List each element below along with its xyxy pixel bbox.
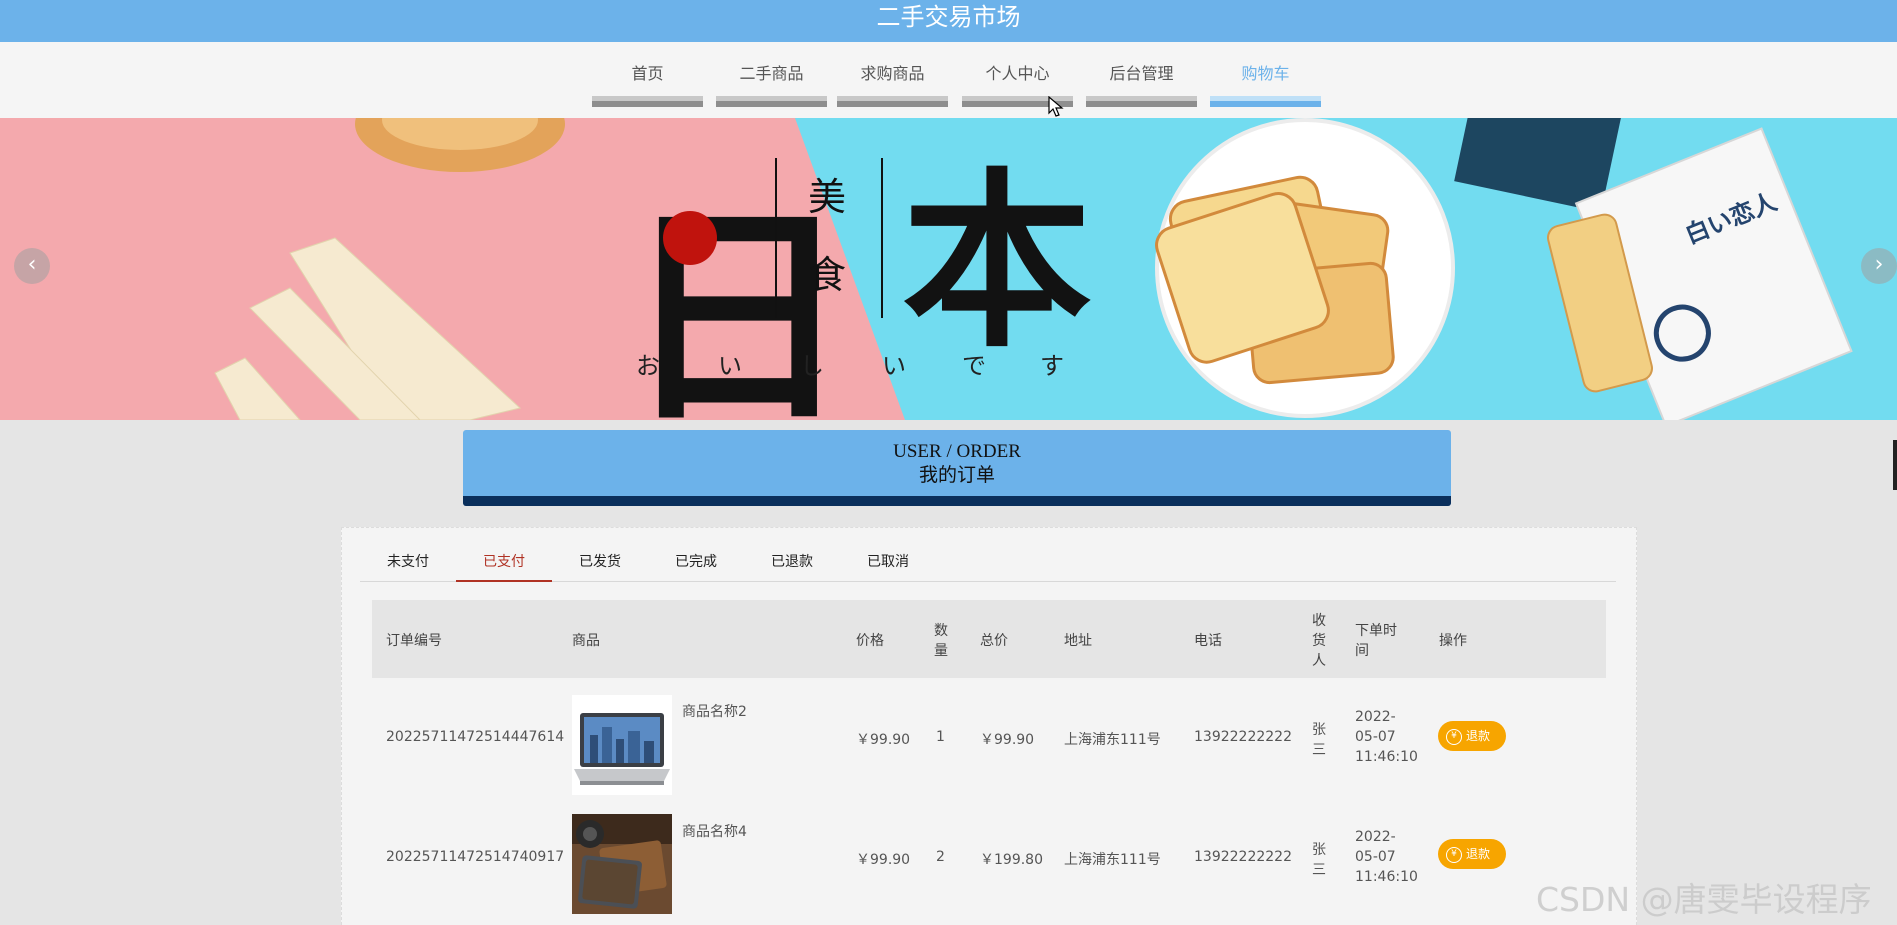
tab-refunded[interactable]: 已退款 (744, 546, 840, 582)
nav-item-bar (1086, 96, 1197, 107)
quantity: 2 (936, 849, 945, 865)
banner-kana: で (962, 352, 986, 380)
mouse-cursor-icon (1048, 96, 1064, 117)
receiver: 三 (1312, 862, 1326, 878)
order-status-tabs: 未支付 已支付 已发货 已完成 已退款 已取消 (360, 546, 1616, 582)
nav-item-bar (837, 96, 948, 107)
nav-item-label: 后台管理 (1109, 64, 1174, 83)
header-total: 总价 (980, 633, 1008, 649)
watermark: CSDN @唐雯毕设程序 (1536, 880, 1872, 919)
nav-item-home[interactable]: 首页 (592, 64, 703, 108)
product-name[interactable]: 商品名称2 (682, 701, 747, 721)
refund-button[interactable]: ¥ 退款 (1438, 839, 1506, 869)
banner-image: 日 美 食 本 お い し い で す 白い恋人 (0, 118, 1897, 420)
banner-char-right: 本 (902, 150, 1092, 373)
chevron-right-icon: › (1874, 252, 1884, 277)
header-product: 商品 (572, 633, 600, 649)
tab-completed[interactable]: 已完成 (648, 546, 744, 582)
banner-small-char: 食 (808, 253, 846, 297)
order-time: 11:46:10 (1355, 869, 1418, 885)
header-receiver: 人 (1312, 653, 1326, 669)
header-phone: 电话 (1194, 633, 1222, 649)
product-image-laptop[interactable] (572, 695, 672, 795)
price: ￥99.90 (856, 732, 911, 748)
order-no: 20225711472514447614 (386, 729, 565, 745)
order-time: 2022- (1355, 829, 1396, 845)
tab-unpaid[interactable]: 未支付 (360, 546, 456, 582)
nav-item-label: 求购商品 (860, 64, 925, 83)
receiver: 三 (1312, 742, 1326, 758)
refund-button[interactable]: ¥ 退款 (1438, 721, 1506, 751)
nav-item-admin[interactable]: 后台管理 (1086, 64, 1197, 108)
banner-small-char: 美 (808, 175, 846, 219)
total-price: ￥199.80 (980, 852, 1043, 868)
header-order-time: 下单时 (1355, 623, 1397, 639)
tab-shipped[interactable]: 已发货 (552, 546, 648, 582)
banner-carousel: 日 美 食 本 お い し い で す 白い恋人 ‹ › (0, 118, 1897, 420)
header-qty: 量 (934, 643, 948, 659)
nav-item-bar (592, 96, 703, 107)
carousel-next-button[interactable]: › (1861, 248, 1897, 284)
nav-item-secondhand[interactable]: 二手商品 (716, 64, 827, 108)
header-receiver: 收 (1312, 613, 1326, 629)
refund-label: 退款 (1466, 847, 1491, 861)
product-name[interactable]: 商品名称4 (682, 821, 747, 841)
phone: 13922222222 (1194, 849, 1292, 865)
header-qty: 数 (934, 623, 948, 639)
receiver: 张 (1312, 842, 1326, 858)
total-price: ￥99.90 (980, 732, 1035, 748)
header-order-time: 间 (1355, 643, 1369, 659)
table-header: 订单编号 商品 价格 数 量 总价 地址 电话 收 货 人 下单时 间 操作 (372, 600, 1606, 678)
nav-item-cart[interactable]: 购物车 (1210, 64, 1321, 108)
nav-item-bar (716, 96, 827, 107)
tab-paid[interactable]: 已支付 (456, 546, 552, 582)
receiver: 张 (1312, 722, 1326, 738)
scrollbar-handle[interactable] (1893, 440, 1897, 490)
table-row: 20225711472514740917 商品名称4 ￥99.90 2 ￥199… (372, 805, 1606, 925)
section-title-underline (463, 496, 1451, 506)
banner-kana: お (636, 352, 660, 380)
tab-cancelled[interactable]: 已取消 (840, 546, 936, 582)
product-image-wallet[interactable] (572, 814, 672, 914)
site-title: 二手交易市场 (876, 3, 1021, 31)
orders-panel: 未支付 已支付 已发货 已完成 已退款 已取消 订单编号 商品 价格 数 量 总… (341, 527, 1637, 925)
nav-item-label: 首页 (631, 64, 664, 83)
header-action: 操作 (1439, 633, 1467, 649)
price: ￥99.90 (856, 852, 911, 868)
refund-label: 退款 (1466, 729, 1491, 743)
header-order-no: 订单编号 (386, 633, 442, 649)
main-nav: 首页 二手商品 求购商品 个人中心 后台管理 购物车 (0, 42, 1897, 118)
order-time: 05-07 (1355, 729, 1396, 745)
header-address: 地址 (1064, 633, 1092, 649)
banner-kana: す (1040, 352, 1064, 380)
site-header: 二手交易市场 (0, 0, 1897, 42)
carousel-prev-button[interactable]: ‹ (14, 248, 50, 284)
header-price: 价格 (856, 633, 884, 649)
section-title-cn: 我的订单 (918, 465, 995, 486)
chevron-left-icon: ‹ (27, 252, 37, 277)
order-no: 20225711472514740917 (386, 849, 565, 865)
yen-coin-icon: ¥ (1446, 846, 1462, 863)
yen-coin-icon: ¥ (1446, 728, 1462, 745)
nav-item-label: 个人中心 (985, 64, 1050, 83)
quantity: 1 (936, 729, 945, 745)
order-time: 11:46:10 (1355, 749, 1418, 765)
nav-item-label: 二手商品 (739, 64, 804, 83)
nav-item-wanted[interactable]: 求购商品 (837, 64, 948, 108)
table-row: 20225711472514447614 商品名称2 ￥99.90 1 ￥99.… (372, 685, 1606, 805)
nav-item-label: 购物车 (1241, 64, 1290, 83)
nav-item-bar (1210, 96, 1321, 107)
banner-kana: い (882, 352, 906, 380)
header-receiver: 货 (1312, 633, 1326, 649)
order-time: 2022- (1355, 709, 1396, 725)
banner-kana: し (800, 352, 824, 380)
order-time: 05-07 (1355, 849, 1396, 865)
section-title: USER / ORDER 我的订单 (463, 430, 1451, 506)
section-title-en: USER / ORDER (893, 441, 1021, 462)
banner-kana: い (718, 352, 742, 380)
phone: 13922222222 (1194, 729, 1292, 745)
address: 上海浦东111号 (1064, 852, 1161, 868)
address: 上海浦东111号 (1064, 732, 1161, 748)
